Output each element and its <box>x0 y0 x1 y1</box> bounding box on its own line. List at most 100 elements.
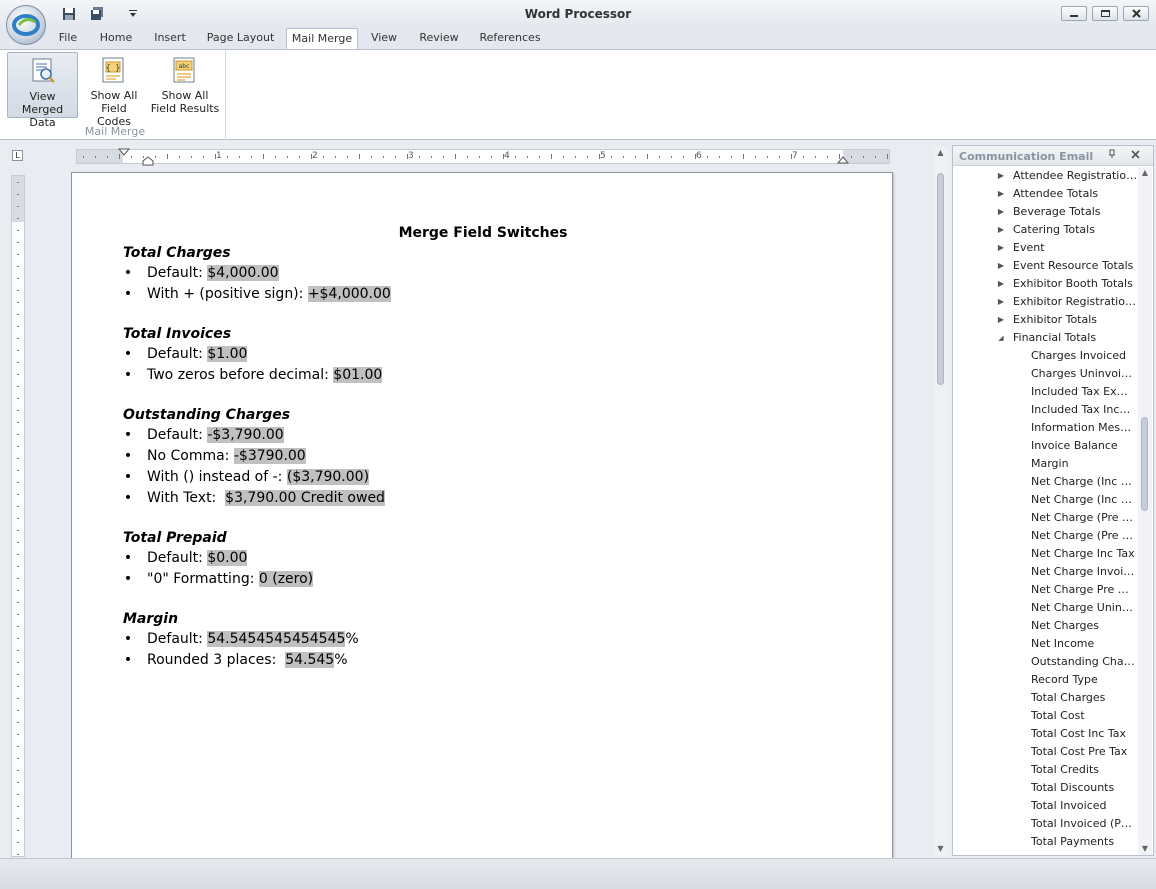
tree-item[interactable]: Net Charge Invoi… <box>953 563 1139 581</box>
tree-item[interactable]: Net Charge Pre … <box>953 581 1139 599</box>
tree-item[interactable]: Total Credits <box>953 761 1139 779</box>
tree-item[interactable]: ▶ Event <box>953 239 1139 257</box>
right-indent-marker[interactable] <box>837 154 849 164</box>
merge-field-value[interactable]: +$4,000.00 <box>307 286 391 302</box>
collapsed-arrow-icon[interactable]: ▶ <box>996 311 1006 329</box>
tree-item[interactable]: Net Charges <box>953 617 1139 635</box>
ruler-tick <box>107 156 108 158</box>
tree-item[interactable]: ▶ Beverage Totals <box>953 203 1139 221</box>
collapsed-arrow-icon[interactable]: ▶ <box>996 185 1006 203</box>
scroll-down-icon[interactable]: ▼ <box>933 843 948 855</box>
left-indent-marker[interactable] <box>142 156 154 166</box>
tab-mail-merge[interactable]: Mail Merge <box>286 28 358 50</box>
tree-item[interactable]: Net Charge Unin… <box>953 599 1139 617</box>
collapsed-arrow-icon[interactable]: ▶ <box>996 275 1006 293</box>
view-merged-data-button[interactable]: View Merged Data <box>7 52 78 129</box>
tree-item[interactable]: ▶ Exhibitor Registratio… <box>953 293 1139 311</box>
tree-item[interactable]: Outstanding Cha… <box>953 653 1139 671</box>
tab-home[interactable]: Home <box>96 28 136 49</box>
tree-item-label: Total Credits <box>1031 763 1099 776</box>
tree-item[interactable]: Margin <box>953 455 1139 473</box>
tree-item[interactable]: Total Cost Inc Tax <box>953 725 1139 743</box>
pin-icon[interactable] <box>1105 149 1119 163</box>
tree-item[interactable]: Total Charges <box>953 689 1139 707</box>
merge-field-value[interactable]: $4,000.00 <box>207 265 279 281</box>
tree-item[interactable]: Net Charge (Pre … <box>953 509 1139 527</box>
ruler-tick <box>635 156 636 158</box>
tab-stop-selector[interactable]: L <box>12 150 23 161</box>
panel-scroll-down-icon[interactable]: ▼ <box>1138 843 1152 855</box>
merge-field-value[interactable]: 54.545 <box>285 652 335 668</box>
maximize-button[interactable] <box>1092 6 1118 21</box>
tab-view[interactable]: View <box>366 28 402 49</box>
tab-references[interactable]: References <box>475 28 545 49</box>
tab-review[interactable]: Review <box>413 28 465 49</box>
collapsed-arrow-icon[interactable]: ▶ <box>996 257 1006 275</box>
show-all-field-results-label-2: Field Results <box>150 102 220 115</box>
tree-item[interactable]: ▶ Attendee Totals <box>953 185 1139 203</box>
tree-item[interactable]: Included Tax Ex… <box>953 383 1139 401</box>
collapsed-arrow-icon[interactable]: ▶ <box>996 239 1006 257</box>
close-button[interactable] <box>1123 6 1149 21</box>
merge-field-value[interactable]: 54.5454545454545 <box>207 631 346 647</box>
merge-field-value[interactable]: $3,790.00 Credit owed <box>225 490 385 506</box>
tree-item[interactable]: Total Invoiced <box>953 797 1139 815</box>
panel-scrollbar[interactable]: ▲ ▼ <box>1138 167 1152 855</box>
tab-insert[interactable]: Insert <box>148 28 192 49</box>
merge-field-value[interactable]: 0 (zero) <box>258 571 314 587</box>
first-line-indent-marker[interactable] <box>118 148 130 158</box>
tree-item[interactable]: Total Cost Pre Tax <box>953 743 1139 761</box>
panel-close-icon[interactable] <box>1128 149 1142 163</box>
tree-item[interactable]: ▶ Event Resource Totals <box>953 257 1139 275</box>
tree-item[interactable]: Net Income <box>953 635 1139 653</box>
tree-item[interactable]: Record Type <box>953 671 1139 689</box>
tree-item[interactable]: Total Cost <box>953 707 1139 725</box>
tree-item[interactable]: Net Charge (Inc … <box>953 491 1139 509</box>
scroll-up-icon[interactable]: ▲ <box>933 147 948 159</box>
collapsed-arrow-icon[interactable]: ▶ <box>996 203 1006 221</box>
tree-item[interactable]: ▶ Exhibitor Totals <box>953 311 1139 329</box>
panel-scroll-thumb[interactable] <box>1141 417 1148 511</box>
document-scrollbar[interactable]: ▲ ▼ <box>933 147 948 857</box>
tab-page-layout[interactable]: Page Layout <box>203 28 278 49</box>
scroll-thumb[interactable] <box>937 173 944 385</box>
tree-item[interactable]: Charges Uninvoi… <box>953 365 1139 383</box>
app-menu-button[interactable] <box>6 5 46 45</box>
tree-item[interactable]: Information Mes… <box>953 419 1139 437</box>
tree-item[interactable]: Net Charge (Pre … <box>953 527 1139 545</box>
merge-field-value[interactable]: -$3790.00 <box>233 448 306 464</box>
vertical-ruler[interactable] <box>11 175 25 857</box>
panel-scroll-up-icon[interactable]: ▲ <box>1138 167 1152 179</box>
tree-item[interactable]: Invoice Balance <box>953 437 1139 455</box>
document-content[interactable]: Merge Field Switches Total Charges • Defa… <box>123 223 843 671</box>
merge-field-value[interactable]: -$3,790.00 <box>207 427 284 443</box>
tree-item[interactable]: Total Invoiced (P… <box>953 815 1139 833</box>
tree-item[interactable]: Net Charge Inc Tax <box>953 545 1139 563</box>
tree-item[interactable]: Charges Invoiced <box>953 347 1139 365</box>
merge-field-value[interactable]: $0.00 <box>207 550 248 566</box>
tree-item[interactable]: Total Discounts <box>953 779 1139 797</box>
tree-item[interactable]: ▶ Exhibitor Booth Totals <box>953 275 1139 293</box>
merge-field-value[interactable]: $01.00 <box>333 367 383 383</box>
tree-item[interactable]: ◢ Financial Totals <box>953 329 1139 347</box>
show-all-field-results-button[interactable]: abc Show All Field Results <box>149 52 221 118</box>
merge-field-value[interactable]: ($3,790.00) <box>286 469 370 485</box>
tree-item[interactable]: Total Payments <box>953 833 1139 851</box>
horizontal-ruler[interactable]: 1 2 3 4 5 6 7 <box>76 148 890 166</box>
document-page[interactable]: Merge Field Switches Total Charges • Defa… <box>71 172 893 872</box>
minimize-button[interactable] <box>1061 6 1087 21</box>
expanded-arrow-icon[interactable]: ◢ <box>996 329 1006 347</box>
merge-field-value[interactable]: $1.00 <box>207 346 248 362</box>
show-all-field-codes-button[interactable]: { } Show All Field Codes <box>83 52 145 128</box>
tree-item[interactable]: ▶ Attendee Registratio… <box>953 167 1139 185</box>
ruler-number: 6 <box>696 151 702 161</box>
merge-field-tree[interactable]: ▶ Attendee Registratio… ▶ Attendee Totals ▶ B… <box>953 167 1139 855</box>
tree-item[interactable]: Net Charge (Inc … <box>953 473 1139 491</box>
collapsed-arrow-icon[interactable]: ▶ <box>996 293 1006 311</box>
collapsed-arrow-icon[interactable]: ▶ <box>996 221 1006 239</box>
collapsed-arrow-icon[interactable]: ▶ <box>996 167 1006 185</box>
tab-file[interactable]: File <box>52 28 84 49</box>
mail-merge-group: View Merged Data { } Show All Field Code… <box>4 50 226 140</box>
tree-item[interactable]: Included Tax Inc… <box>953 401 1139 419</box>
tree-item[interactable]: ▶ Catering Totals <box>953 221 1139 239</box>
